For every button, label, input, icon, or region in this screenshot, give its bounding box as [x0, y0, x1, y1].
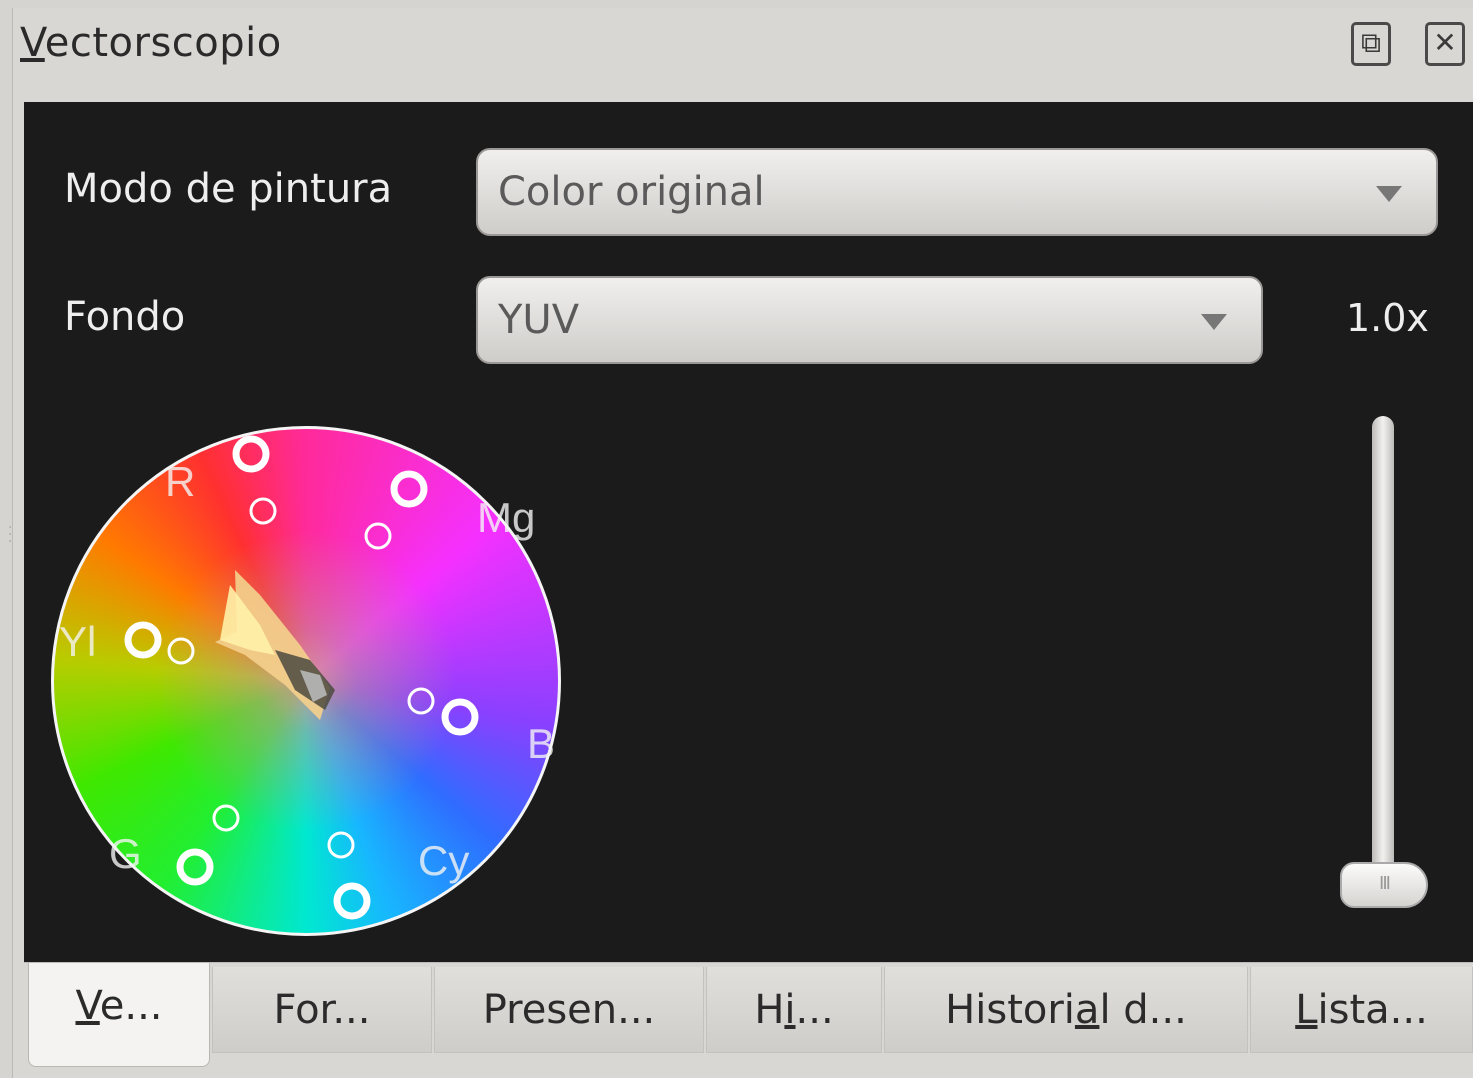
- dock-title: Vectorscopio: [20, 20, 282, 66]
- vectorscope-display: R Mg Yl B G Cy: [45, 420, 570, 945]
- paint-mode-select[interactable]: Color original: [476, 148, 1438, 236]
- dock-tab-bar: Ve... For... Presen... Hi... Historial d…: [24, 962, 1473, 1067]
- label-green: G: [109, 830, 142, 877]
- close-icon[interactable]: ✕: [1425, 22, 1465, 66]
- label-yellow: Yl: [59, 618, 96, 665]
- vectorscope-overlay: R Mg Yl B G Cy: [59, 435, 555, 920]
- title-mnemonic: V: [20, 20, 45, 66]
- paint-mode-label: Modo de pintura: [64, 166, 393, 212]
- zoom-slider-track[interactable]: [1372, 416, 1394, 906]
- resize-grip-icon[interactable]: · · ·: [8, 521, 12, 549]
- label-red: R: [165, 458, 195, 505]
- background-select[interactable]: YUV: [476, 276, 1263, 364]
- zoom-slider-handle[interactable]: III: [1340, 862, 1428, 908]
- title-text: ectorscopio: [44, 20, 282, 66]
- chevron-down-icon: [1201, 314, 1227, 330]
- tab-histogram[interactable]: Hi...: [706, 967, 882, 1053]
- pixel-cloud: [215, 570, 335, 720]
- tab-waveform[interactable]: For...: [212, 967, 432, 1053]
- float-icon[interactable]: ⧉: [1351, 22, 1391, 66]
- zoom-value: 1.0x: [1346, 296, 1429, 340]
- tab-vectorscope[interactable]: Ve...: [28, 963, 210, 1067]
- background-label: Fondo: [64, 294, 186, 340]
- background-value: YUV: [498, 297, 580, 343]
- chevron-down-icon: [1376, 186, 1402, 202]
- tab-presets[interactable]: Presen...: [434, 967, 704, 1053]
- label-cyan: Cy: [418, 837, 469, 884]
- tab-list[interactable]: Lista...: [1250, 967, 1473, 1053]
- label-magenta: Mg: [477, 494, 535, 541]
- label-blue: B: [527, 720, 555, 767]
- paint-mode-value: Color original: [498, 169, 765, 215]
- tab-history[interactable]: Historial d...: [884, 967, 1248, 1053]
